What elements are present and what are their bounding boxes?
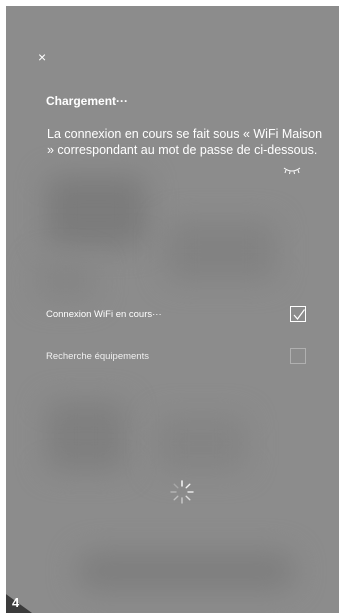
step-number: 4 (12, 595, 20, 610)
dialog-description: La connexion en cours se fait sous « WiF… (47, 127, 323, 157)
eye-closed-icon[interactable] (283, 165, 301, 175)
step-label: Connexion WiFi en cours··· (46, 308, 162, 320)
blurred-background-shape (46, 176, 146, 246)
step-label: Recherche équipements (46, 350, 149, 362)
loading-spinner-icon (170, 480, 194, 504)
blurred-background-shape (156, 416, 246, 471)
step-checkbox-checked[interactable] (290, 306, 306, 322)
step-row-wifi-connection: Connexion WiFi en cours··· (46, 304, 306, 324)
loading-dialog-screen: × Chargement··· La connexion en cours se… (6, 6, 339, 613)
step-checkbox-unchecked[interactable] (290, 348, 306, 364)
blurred-background-shape (76, 551, 296, 591)
close-icon[interactable]: × (38, 50, 46, 64)
blurred-background-shape (46, 401, 126, 471)
dialog-title: Chargement··· (46, 94, 129, 108)
checkmark-icon (293, 309, 305, 320)
step-row-device-search: Recherche équipements (46, 346, 306, 366)
blurred-background-shape (36, 261, 96, 301)
blurred-background-shape (166, 221, 276, 281)
